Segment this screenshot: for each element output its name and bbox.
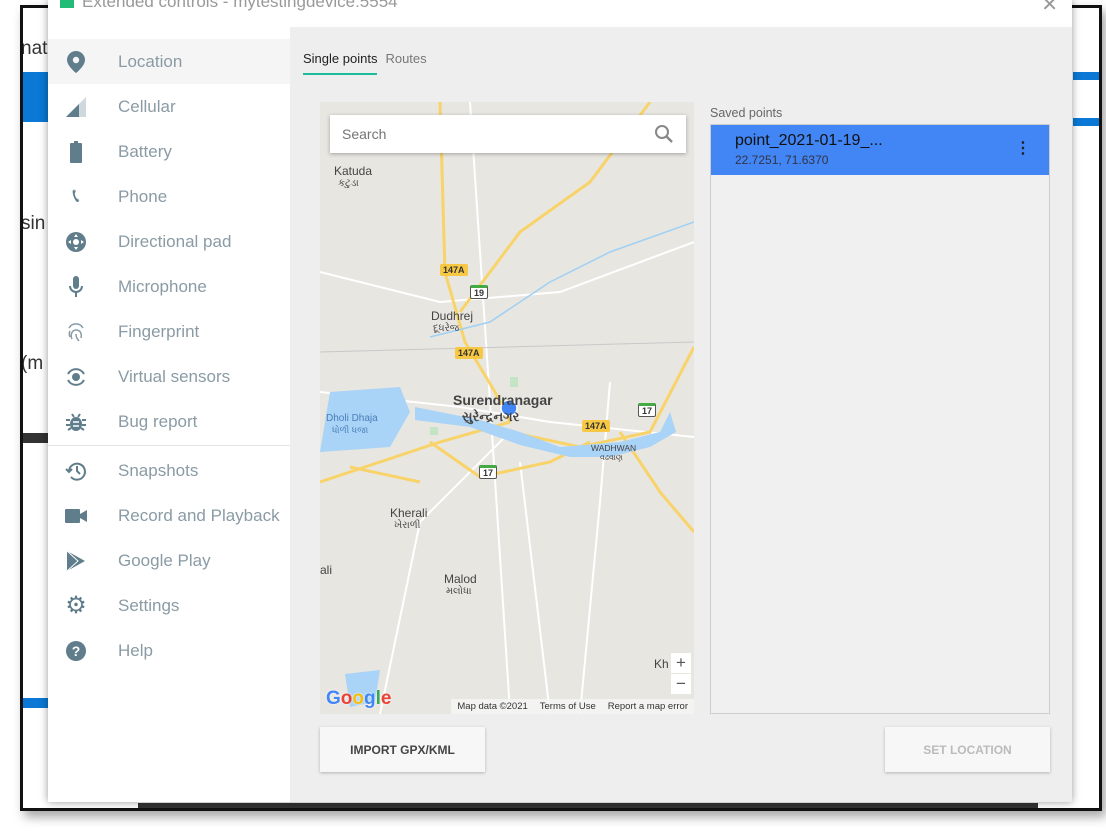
svg-text:?: ? xyxy=(72,643,81,659)
tab-routes[interactable]: Routes xyxy=(385,51,426,75)
map-label: મલોધા xyxy=(446,586,472,597)
sidebar-item-battery[interactable]: Battery xyxy=(48,129,290,174)
sidebar-item-label: Cellular xyxy=(118,96,176,116)
report-map-error-link[interactable]: Report a map error xyxy=(601,699,694,714)
map-label: Dholi Dhaja xyxy=(326,413,378,424)
location-tabs: Single points Routes xyxy=(303,51,427,75)
play-icon xyxy=(65,550,87,572)
videocam-icon xyxy=(65,505,87,527)
sidebar-item-virtual-sensors[interactable]: Virtual sensors xyxy=(48,354,290,399)
map-view[interactable]: Katuda કટુડા Dudhrej દૂધરેજ Surendranaga… xyxy=(320,102,694,714)
sidebar-item-label: Help xyxy=(118,640,153,660)
sidebar-item-label: Fingerprint xyxy=(118,321,200,341)
window-title: Extended controls - mytestingdevice:5554 xyxy=(82,0,398,11)
more-vert-icon[interactable]: ⋮ xyxy=(1015,138,1031,158)
sidebar-item-help[interactable]: ? Help xyxy=(48,628,290,673)
title-bar: Extended controls - mytestingdevice:5554… xyxy=(48,0,1072,27)
map-label: Kherali xyxy=(390,506,428,520)
map-label: WADHWAN xyxy=(591,443,637,453)
map-data-text: Map data ©2021 xyxy=(451,699,534,714)
set-location-button[interactable]: SET LOCATION xyxy=(885,727,1050,772)
map-label: Dudhrej xyxy=(431,309,474,323)
background-text: (m xyxy=(21,353,44,374)
map-label: Katuda xyxy=(334,164,373,178)
sidebar-item-label: Virtual sensors xyxy=(118,366,231,386)
bug-icon xyxy=(65,411,87,433)
rotation-icon xyxy=(65,366,87,388)
terms-of-use-link[interactable]: Terms of Use xyxy=(533,699,602,714)
map-label: દૂધરેજ xyxy=(433,323,460,334)
sidebar-item-label: Location xyxy=(118,51,183,71)
highway-shield: 17 xyxy=(479,465,498,479)
sidebar-item-google-play[interactable]: Google Play xyxy=(48,538,290,583)
background-bar xyxy=(138,803,1038,808)
map-label: Malod xyxy=(444,572,477,586)
highway-shield: 147A xyxy=(582,420,610,432)
history-icon xyxy=(65,460,87,482)
sidebar-item-record-and-playback[interactable]: Record and Playback xyxy=(48,493,290,538)
background-bar xyxy=(1073,118,1099,126)
saved-point-item[interactable]: point_2021-01-19_... 22.7251, 71.6370 ⋮ xyxy=(711,125,1049,175)
fingerprint-icon xyxy=(65,321,87,343)
battery-icon xyxy=(65,140,87,163)
zoom-in-button[interactable]: + xyxy=(671,653,691,673)
search-icon[interactable] xyxy=(654,124,674,144)
extended-controls-dialog: Extended controls - mytestingdevice:5554… xyxy=(48,0,1072,802)
sidebar-item-microphone[interactable]: Microphone xyxy=(48,264,290,309)
point-name: point_2021-01-19_... xyxy=(735,132,883,149)
sidebar-item-snapshots[interactable]: Snapshots xyxy=(48,448,290,493)
highway-shield: 17 xyxy=(638,403,657,417)
sidebar-item-label: Record and Playback xyxy=(118,505,280,525)
gear-icon: ⚙ xyxy=(65,592,87,619)
import-gpx-kml-button[interactable]: IMPORT GPX/KML xyxy=(320,727,485,772)
sidebar-item-label: Battery xyxy=(118,141,172,161)
sidebar-item-directional-pad[interactable]: Directional pad xyxy=(48,219,290,264)
sidebar-item-settings[interactable]: ⚙ Settings xyxy=(48,583,290,628)
point-coordinates: 22.7251, 71.6370 xyxy=(735,153,829,167)
background-text: sin xyxy=(21,213,46,234)
sidebar-item-label: Directional pad xyxy=(118,231,232,251)
map-label: ખેરાળી xyxy=(394,520,421,531)
sidebar-item-label: Google Play xyxy=(118,550,211,570)
microphone-icon xyxy=(65,275,87,298)
sidebar-item-location[interactable]: Location xyxy=(48,39,290,84)
saved-points-label: Saved points xyxy=(710,106,783,120)
location-panel: Single points Routes Katuda કટુડા Dudhre… xyxy=(290,27,1072,802)
map-search-input[interactable] xyxy=(342,126,654,142)
signal-icon xyxy=(65,96,87,118)
sidebar-item-bug-report[interactable]: Bug report xyxy=(48,399,290,444)
sidebar-item-label: Settings xyxy=(118,595,180,615)
map-label: કટુડા xyxy=(338,178,359,189)
highway-shield: 147A xyxy=(440,264,468,276)
background-bar xyxy=(1073,72,1099,80)
close-icon[interactable]: ✕ xyxy=(1041,0,1058,17)
saved-points-list: point_2021-01-19_... 22.7251, 71.6370 ⋮ xyxy=(710,124,1050,714)
zoom-out-button[interactable]: − xyxy=(671,674,691,694)
map-label: સુરેન્દ્રનગર xyxy=(462,409,520,424)
map-label: વઢવાણ xyxy=(600,453,623,462)
map-attribution: Map data ©2021 Terms of Use Report a map… xyxy=(451,699,694,714)
highway-shield: 147A xyxy=(455,347,483,359)
map-label: Surendranagar xyxy=(453,392,553,408)
sidebar-item-cellular[interactable]: Cellular xyxy=(48,84,290,129)
tab-single-points[interactable]: Single points xyxy=(303,51,378,75)
map-label: ધોળી ધજા xyxy=(332,425,369,435)
sidebar-item-label: Snapshots xyxy=(118,460,199,480)
location-pin-icon xyxy=(65,50,87,73)
dpad-icon xyxy=(65,231,87,253)
sidebar-item-label: Phone xyxy=(118,186,168,206)
sidebar-item-phone[interactable]: 📞︎ Phone xyxy=(48,174,290,219)
map-label: ali xyxy=(320,563,333,577)
sidebar: Location Cellular Battery 📞︎ Phone Direc… xyxy=(48,39,290,673)
sidebar-item-label: Bug report xyxy=(118,411,198,431)
highway-shield: 19 xyxy=(470,285,489,299)
phone-icon: 📞︎ xyxy=(72,185,80,207)
app-icon xyxy=(60,0,74,8)
help-icon: ? xyxy=(65,640,87,662)
sidebar-item-label: Microphone xyxy=(118,276,207,296)
google-logo: Google xyxy=(326,688,392,709)
sidebar-item-fingerprint[interactable]: Fingerprint xyxy=(48,309,290,354)
map-search-box xyxy=(330,115,686,153)
sidebar-divider xyxy=(48,445,290,446)
